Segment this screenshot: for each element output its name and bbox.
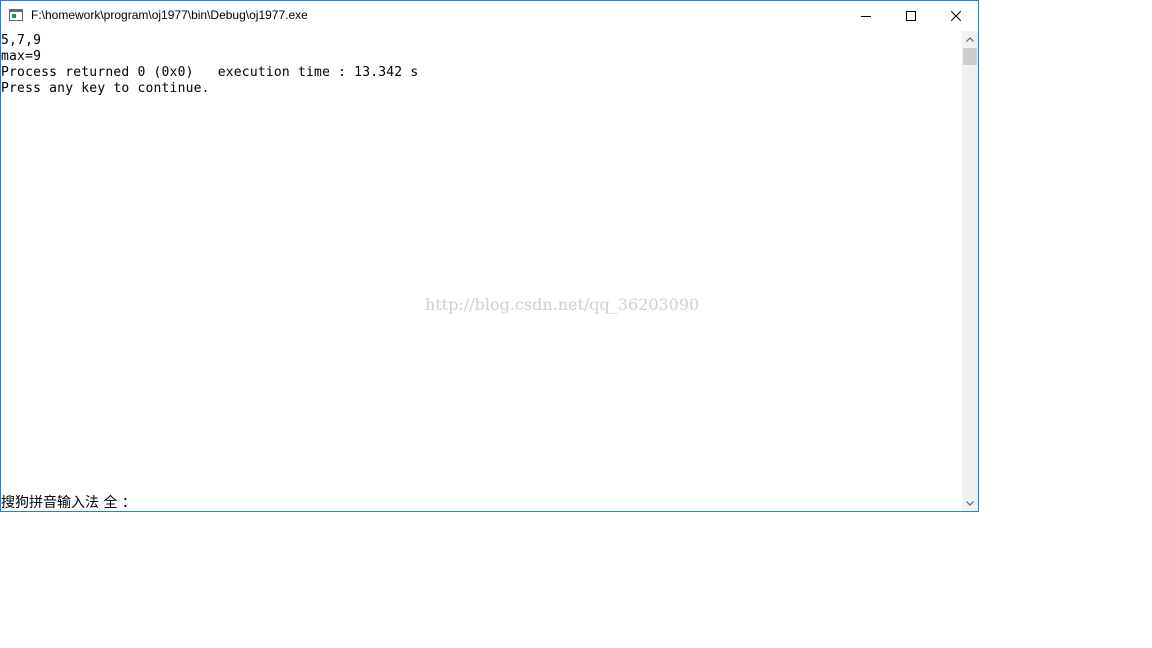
maximize-button[interactable] <box>888 1 933 31</box>
console-line: Press any key to continue. <box>1 81 210 96</box>
title-bar[interactable]: F:\homework\program\oj1977\bin\Debug\oj1… <box>1 1 978 31</box>
vertical-scrollbar[interactable] <box>962 31 978 511</box>
console-window: F:\homework\program\oj1977\bin\Debug\oj1… <box>0 0 979 512</box>
console-line: Process returned 0 (0x0) execution time … <box>1 65 419 80</box>
close-icon <box>950 11 961 21</box>
ime-status-bar: 搜狗拼音输入法 全 ： <box>1 495 136 511</box>
chevron-down-icon <box>966 500 974 506</box>
scroll-thumb[interactable] <box>963 48 977 65</box>
console-line: 5,7,9 <box>1 33 42 48</box>
console-line: max=9 <box>1 49 42 64</box>
minimize-icon <box>860 16 871 17</box>
watermark-text: http://blog.csdn.net/qq_36203090 <box>425 295 700 314</box>
minimize-button[interactable] <box>843 1 888 31</box>
scroll-up-button[interactable] <box>962 31 978 47</box>
console-output[interactable]: 5,7,9 max=9 Process returned 0 (0x0) exe… <box>1 31 962 511</box>
window-title: F:\homework\program\oj1977\bin\Debug\oj1… <box>31 8 308 22</box>
scroll-down-button[interactable] <box>962 495 978 511</box>
close-button[interactable] <box>933 1 978 31</box>
console-app-icon <box>9 9 23 21</box>
maximize-icon <box>905 11 916 21</box>
chevron-up-icon <box>966 36 974 42</box>
